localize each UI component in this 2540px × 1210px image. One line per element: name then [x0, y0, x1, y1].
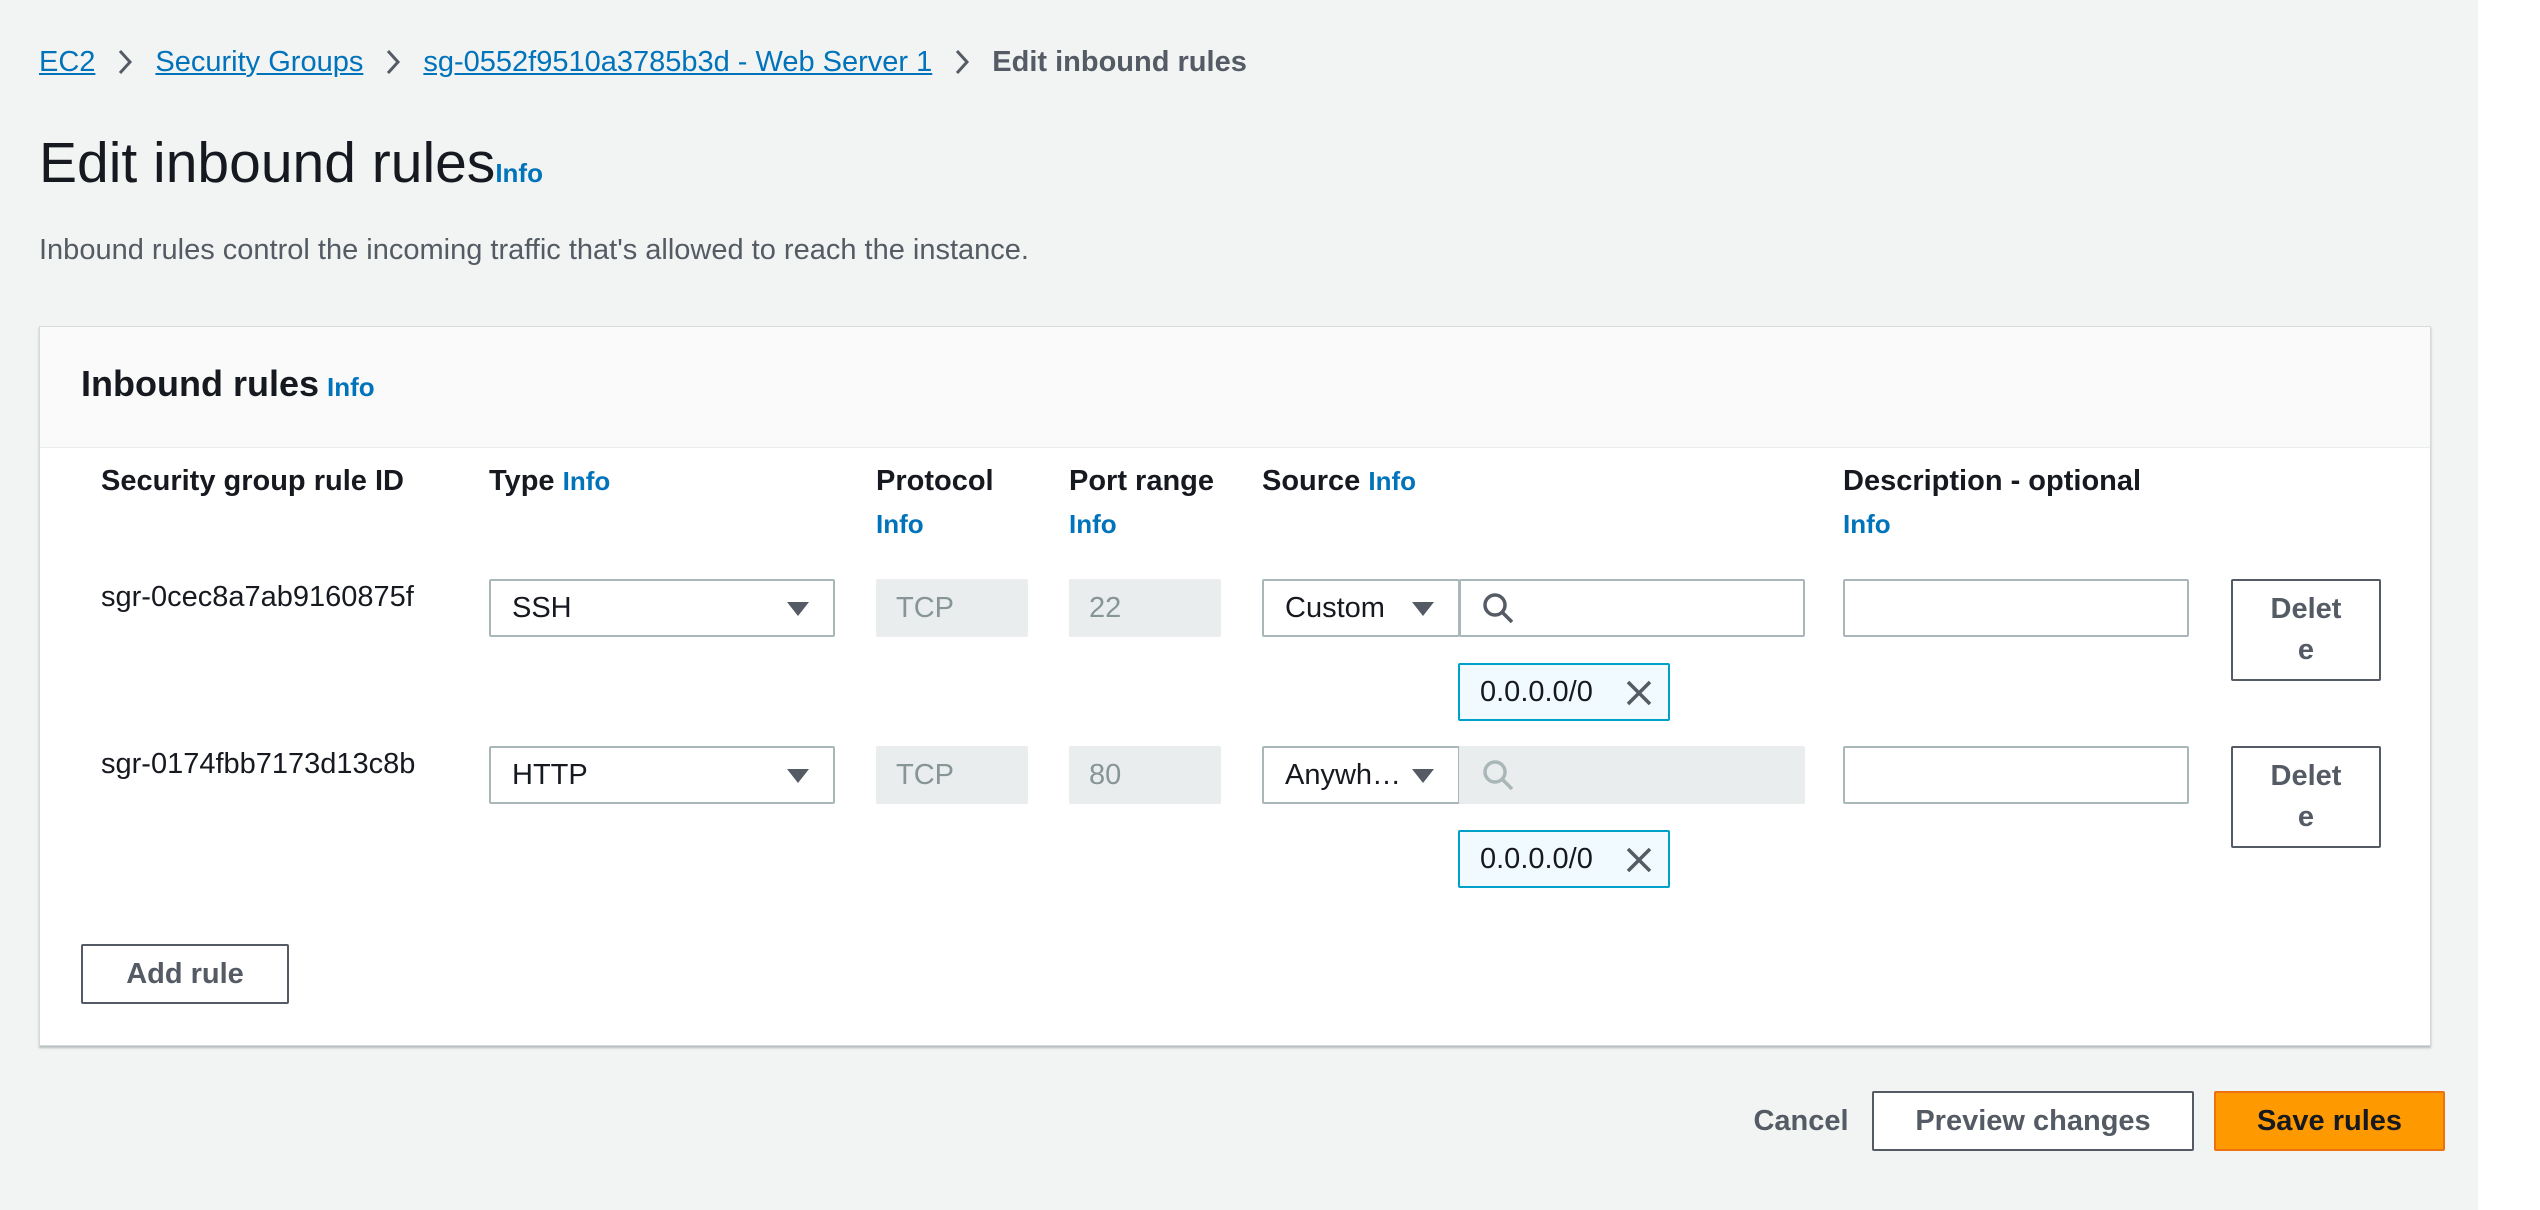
page-title-text: Edit inbound rules — [39, 131, 496, 195]
source-type-value: Custom — [1285, 591, 1385, 624]
search-icon — [1483, 760, 1514, 791]
port-range-field: 80 — [1069, 746, 1221, 804]
panel-title: Inbound rules Info — [81, 363, 375, 405]
type-select[interactable]: SSH — [489, 579, 835, 637]
right-edge-panel — [2478, 0, 2540, 1210]
description-input[interactable] — [1843, 746, 2189, 804]
port-range-field: 22 — [1069, 579, 1221, 637]
source-type-select[interactable]: Anywh… — [1262, 746, 1460, 804]
column-header-source: Source Info — [1262, 465, 1416, 498]
type-info-link[interactable]: Info — [563, 466, 611, 496]
protocol-info-link[interactable]: Info — [876, 509, 924, 540]
protocol-field: TCP — [876, 579, 1028, 637]
cidr-token-label: 0.0.0.0/0 — [1480, 675, 1593, 708]
source-info-link[interactable]: Info — [1368, 466, 1416, 496]
inbound-rules-panel: Inbound rules Info Security group rule ID… — [39, 326, 2431, 1046]
page-title-info-link[interactable]: Info — [495, 158, 543, 188]
column-header-type: Type Info — [489, 465, 610, 498]
chevron-right-icon — [954, 48, 970, 76]
save-rules-button[interactable]: Save rules — [2214, 1091, 2445, 1151]
delete-rule-button[interactable]: Delete — [2231, 746, 2381, 848]
column-header-protocol: Protocol — [876, 465, 994, 497]
type-select-value: SSH — [512, 591, 572, 624]
caret-down-icon — [1412, 602, 1434, 616]
type-select[interactable]: HTTP — [489, 746, 835, 804]
page-description: Inbound rules control the incoming traff… — [39, 234, 1029, 266]
rule-id: sgr-0cec8a7ab9160875f — [101, 581, 414, 613]
breadcrumb: EC2 Security Groups sg-0552f9510a3785b3d… — [39, 42, 1247, 82]
caret-down-icon — [787, 769, 809, 783]
breadcrumb-security-groups[interactable]: Security Groups — [155, 46, 363, 79]
caret-down-icon — [1412, 769, 1434, 783]
protocol-field: TCP — [876, 746, 1028, 804]
cancel-button[interactable]: Cancel — [1701, 1091, 1901, 1151]
type-select-value: HTTP — [512, 758, 588, 791]
chevron-right-icon — [117, 48, 133, 76]
description-info-link[interactable]: Info — [1843, 509, 1891, 540]
source-search-input[interactable] — [1459, 579, 1805, 637]
delete-rule-button[interactable]: Delete — [2231, 579, 2381, 681]
breadcrumb-ec2[interactable]: EC2 — [39, 46, 95, 79]
preview-changes-button[interactable]: Preview changes — [1872, 1091, 2194, 1151]
cidr-token: 0.0.0.0/0 — [1458, 830, 1670, 888]
close-icon[interactable] — [1624, 845, 1654, 883]
panel-title-text: Inbound rules — [81, 363, 319, 404]
port-range-info-link[interactable]: Info — [1069, 509, 1117, 540]
breadcrumb-current: Edit inbound rules — [992, 45, 1247, 78]
cidr-token-label: 0.0.0.0/0 — [1480, 842, 1593, 875]
close-icon[interactable] — [1624, 678, 1654, 716]
cidr-token: 0.0.0.0/0 — [1458, 663, 1670, 721]
column-header-port-range: Port range — [1069, 465, 1215, 497]
rule-id: sgr-0174fbb7173d13c8b — [101, 748, 416, 780]
source-type-value: Anywh… — [1285, 758, 1402, 791]
column-header-rule-id: Security group rule ID — [101, 465, 404, 497]
add-rule-button[interactable]: Add rule — [81, 944, 289, 1004]
column-header-description: Description - optional — [1843, 465, 2142, 497]
description-input[interactable] — [1843, 579, 2189, 637]
caret-down-icon — [787, 602, 809, 616]
page-title: Edit inbound rulesInfo — [39, 130, 543, 196]
column-header-type-label: Type — [489, 465, 555, 497]
source-search-input — [1459, 746, 1805, 804]
column-header-source-label: Source — [1262, 465, 1361, 497]
source-type-select[interactable]: Custom — [1262, 579, 1460, 637]
breadcrumb-security-group[interactable]: sg-0552f9510a3785b3d - Web Server 1 — [423, 46, 932, 79]
chevron-right-icon — [385, 48, 401, 76]
search-icon — [1483, 593, 1514, 624]
panel-info-link[interactable]: Info — [327, 372, 375, 402]
panel-header: Inbound rules Info — [40, 327, 2430, 448]
